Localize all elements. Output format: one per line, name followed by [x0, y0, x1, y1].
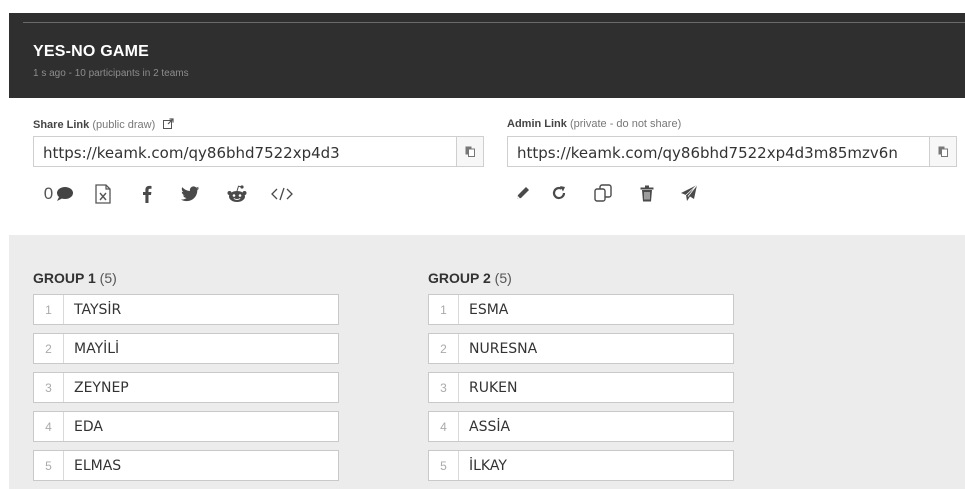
admin-link-url[interactable]: https://keamk.com/qy86bhd7522xp4d3m85mzv…: [517, 144, 898, 162]
copy-admin-link-button[interactable]: [929, 136, 957, 167]
copy-share-link-button[interactable]: [456, 136, 484, 167]
member-name: ASSİA: [469, 419, 511, 435]
comments-button[interactable]: 0: [39, 184, 79, 204]
header-divider: [23, 22, 965, 23]
page-subtitle: 1 s ago - 10 participants in 2 teams: [33, 68, 189, 79]
group-1-title: GROUP 1 (5): [33, 270, 117, 286]
member-number: 5: [429, 451, 459, 480]
page-header: YES-NO GAME 1 s ago - 10 participants in…: [9, 13, 965, 98]
admin-actions: [509, 184, 709, 202]
member-name: TAYSİR: [74, 302, 122, 318]
list-item: 4 ASSİA: [428, 411, 734, 442]
duplicate-button[interactable]: [581, 184, 625, 202]
admin-link-label: Admin Link (private - do not share): [507, 118, 682, 130]
share-twitter-button[interactable]: [167, 186, 213, 202]
list-item: 2 NURESNA: [428, 333, 734, 364]
admin-link-field[interactable]: https://keamk.com/qy86bhd7522xp4d3m85mzv…: [507, 136, 930, 167]
member-name: ELMAS: [74, 458, 122, 474]
member-name: RUKEN: [469, 380, 518, 396]
list-item: 4 EDA: [33, 411, 339, 442]
delete-button[interactable]: [625, 185, 669, 202]
share-facebook-button[interactable]: [127, 185, 167, 203]
copy-icon: [938, 146, 948, 157]
member-number: 4: [34, 412, 64, 441]
copy-icon: [465, 146, 475, 157]
member-name: ZEYNEP: [74, 380, 129, 396]
member-number: 1: [429, 295, 459, 324]
list-item: 2 MAYİLİ: [33, 333, 339, 364]
member-number: 3: [34, 373, 64, 402]
list-item: 3 RUKEN: [428, 372, 734, 403]
embed-code-button[interactable]: [261, 187, 303, 201]
page-title: YES-NO GAME: [33, 43, 149, 60]
app-frame: YES-NO GAME 1 s ago - 10 participants in…: [9, 13, 965, 489]
member-number: 5: [34, 451, 64, 480]
group-2-title: GROUP 2 (5): [428, 270, 512, 286]
excel-file-icon: [95, 184, 111, 204]
clone-icon: [594, 184, 612, 202]
facebook-icon: [143, 185, 152, 203]
member-number: 3: [429, 373, 459, 402]
share-link-label: Share Link (public draw): [33, 118, 174, 132]
member-name: EDA: [74, 419, 103, 435]
comments-count: 0: [43, 184, 54, 203]
list-item: 1 TAYSİR: [33, 294, 339, 325]
trash-icon: [640, 185, 654, 201]
share-link-field[interactable]: https://keamk.com/qy86bhd7522xp4d3: [33, 136, 457, 167]
list-item: 5 İLKAY: [428, 450, 734, 481]
comment-icon: [57, 187, 74, 201]
member-name: İLKAY: [469, 458, 507, 474]
edit-button[interactable]: [509, 185, 537, 201]
twitter-icon: [180, 186, 199, 202]
member-number: 2: [429, 334, 459, 363]
share-reddit-button[interactable]: [213, 185, 261, 203]
reddit-icon: [227, 185, 247, 202]
share-link-url[interactable]: https://keamk.com/qy86bhd7522xp4d3: [43, 144, 340, 162]
code-icon: [271, 187, 293, 201]
pencil-icon: [517, 187, 529, 199]
links-panel: Share Link (public draw) https://keamk.c…: [9, 98, 965, 235]
list-item: 3 ZEYNEP: [33, 372, 339, 403]
external-link-icon[interactable]: [163, 118, 174, 132]
list-item: 1 ESMA: [428, 294, 734, 325]
member-number: 2: [34, 334, 64, 363]
groups-area: GROUP 1 (5) GROUP 2 (5) 1 TAYSİR 2 MAYİL…: [9, 235, 965, 489]
member-name: MAYİLİ: [74, 341, 120, 357]
member-name: ESMA: [469, 302, 509, 318]
list-item: 5 ELMAS: [33, 450, 339, 481]
export-excel-button[interactable]: [79, 184, 127, 204]
refresh-icon: [552, 186, 566, 200]
member-number: 4: [429, 412, 459, 441]
member-name: NURESNA: [469, 341, 538, 357]
redraw-button[interactable]: [537, 185, 581, 201]
member-number: 1: [34, 295, 64, 324]
share-actions: 0: [39, 184, 303, 204]
send-button[interactable]: [669, 184, 709, 202]
send-icon: [681, 184, 698, 201]
